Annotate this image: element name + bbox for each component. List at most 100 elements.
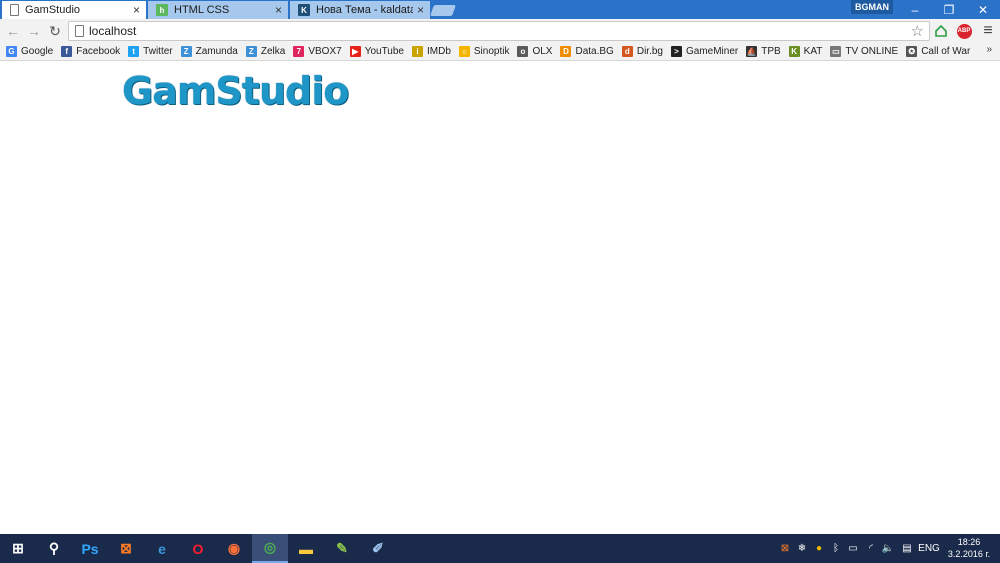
imdb-icon: i xyxy=(411,46,423,57)
bluetooth-icon[interactable]: ᛒ xyxy=(830,534,842,563)
xampp-app[interactable]: ⊠ xyxy=(108,534,144,563)
google-icon: G xyxy=(6,46,17,57)
photoshop-app[interactable]: Ps xyxy=(72,534,108,563)
zelka-icon: Z xyxy=(245,46,257,57)
notepadpp-icon: ✎ xyxy=(336,540,348,556)
paint-app[interactable]: ✐ xyxy=(360,534,396,563)
bookmark-tpb[interactable]: ⛵ TPB xyxy=(746,46,781,57)
chrome-app[interactable]: ◎ xyxy=(252,534,288,563)
start-icon: ⊞ xyxy=(12,540,24,556)
site-logo[interactable]: GamStudio xyxy=(122,69,349,113)
snowflake-tray-icon[interactable]: ❄ xyxy=(795,534,809,563)
language-indicator[interactable]: ENG xyxy=(918,534,940,563)
gameminer-icon: > xyxy=(670,46,682,57)
bookmark-call-of-war[interactable]: ✪ Call of War xyxy=(906,46,970,57)
bookmark-sinoptik[interactable]: ☼ Sinoptik xyxy=(458,46,510,57)
back-button[interactable]: ← xyxy=(4,22,22,40)
tab-html-css[interactable]: h HTML CSS × xyxy=(148,1,288,19)
forward-button[interactable]: → xyxy=(25,22,43,40)
page-info-icon[interactable] xyxy=(75,25,84,37)
bookmark-youtube[interactable]: ▶ YouTube xyxy=(349,46,404,57)
close-tab-icon[interactable]: × xyxy=(133,3,140,17)
bookmarks-overflow-button[interactable]: » xyxy=(986,44,992,55)
bookmark-label: TV ONLINE xyxy=(845,46,899,57)
bookmark-label: Dir.bg xyxy=(636,46,663,57)
home-extension-icon[interactable] xyxy=(932,22,950,40)
file-explorer-icon: ▬ xyxy=(299,540,313,557)
tv-online-icon: ▭ xyxy=(830,46,842,57)
bookmark-zelka[interactable]: Z Zelka xyxy=(245,46,286,57)
user-badge[interactable]: BGMAN xyxy=(851,0,893,14)
start-button[interactable]: ⊞ xyxy=(0,534,36,563)
zamunda-icon: Z xyxy=(180,46,192,57)
bookmark-gameminer[interactable]: > GameMiner xyxy=(670,46,738,57)
bookmark-label: IMDb xyxy=(426,46,451,57)
clock-time: 18:26 xyxy=(957,537,981,547)
bookmark-label: Sinoptik xyxy=(473,46,510,57)
bookmark-label: VBOX7 xyxy=(308,46,342,57)
edge-app[interactable]: e xyxy=(144,534,180,563)
bookmark-dir-bg[interactable]: d Dir.bg xyxy=(621,46,663,57)
clock-date: 3.2.2016 г. xyxy=(947,549,991,559)
bookmark-vbox7[interactable]: 7 VBOX7 xyxy=(293,46,342,57)
adblock-plus-icon[interactable]: ABP xyxy=(955,22,973,40)
volume-icon[interactable]: 🔈 xyxy=(881,534,895,563)
databg-icon: D xyxy=(560,46,572,57)
system-clock[interactable]: 18:26 3.2.2016 г. xyxy=(946,536,992,560)
close-tab-icon[interactable]: × xyxy=(417,3,424,17)
browser-toolbar: ← → ↻ localhost ☆ ABP ≡ xyxy=(0,19,1000,43)
bookmark-google[interactable]: G Google xyxy=(6,46,53,57)
restore-button[interactable]: ❐ xyxy=(932,0,966,19)
tab-title: HTML CSS xyxy=(174,4,230,16)
bookmark-zamunda[interactable]: Z Zamunda xyxy=(180,46,238,57)
bookmark-label: Facebook xyxy=(76,46,121,57)
page-icon xyxy=(10,4,19,16)
olx-icon: o xyxy=(517,46,529,57)
tab-gamstudio[interactable]: GamStudio × xyxy=(2,1,146,19)
search-button[interactable]: ⚲ xyxy=(36,534,72,563)
twitter-icon: t xyxy=(128,46,140,57)
photoshop-icon: Ps xyxy=(81,540,99,557)
battery-icon[interactable]: ▭ xyxy=(846,534,860,563)
bookmark-data-bg[interactable]: D Data.BG xyxy=(560,46,614,57)
show-hidden-icons-icon[interactable]: ⊠ xyxy=(778,534,792,563)
vbox7-icon: 7 xyxy=(293,46,305,57)
search-icon: ⚲ xyxy=(48,540,60,556)
dirbg-icon: d xyxy=(621,46,633,57)
notepadpp-app[interactable]: ✎ xyxy=(324,534,360,563)
bookmark-twitter[interactable]: t Twitter xyxy=(128,46,173,57)
file-explorer-app[interactable]: ▬ xyxy=(288,534,324,563)
address-url[interactable]: localhost xyxy=(89,24,136,38)
abp-label: ABP xyxy=(956,23,972,39)
bookmark-facebook[interactable]: f Facebook xyxy=(61,46,120,57)
close-tab-icon[interactable]: × xyxy=(275,3,282,17)
bookmark-imdb[interactable]: i IMDb xyxy=(411,46,451,57)
action-center-icon[interactable]: ▤ xyxy=(899,534,915,563)
reload-button[interactable]: ↻ xyxy=(46,22,64,40)
sinoptik-icon: ☼ xyxy=(458,46,470,57)
tab-title: Нова Тема - kaldata.com xyxy=(316,4,413,16)
close-window-button[interactable]: ✕ xyxy=(966,0,1000,19)
edge-icon: e xyxy=(158,540,166,557)
wifi-icon[interactable]: ◜ xyxy=(864,534,878,563)
opera-app[interactable]: O xyxy=(180,534,216,563)
chrome-icon: ◎ xyxy=(263,539,277,555)
tab-kaldata[interactable]: K Нова Тема - kaldata.com × xyxy=(290,1,430,19)
bookmark-label: Google xyxy=(21,46,54,57)
facebook-icon: f xyxy=(61,46,73,57)
menu-icon[interactable]: ≡ xyxy=(979,22,997,40)
windows-taskbar: ⊠ ❄ ● ᛒ ▭ ◜ 🔈 ▤ ENG 18:26 3.2.2016 г. ⊞ ⚲… xyxy=(0,534,1000,563)
address-bar[interactable]: localhost ☆ xyxy=(68,21,930,41)
minimize-button[interactable]: – xyxy=(898,0,932,19)
page-content: GamStudio xyxy=(0,62,1000,534)
xampp-icon: ⊠ xyxy=(120,540,132,556)
new-tab-button[interactable] xyxy=(429,5,457,16)
firefox-app[interactable]: ◉ xyxy=(216,534,252,563)
bookmark-kat[interactable]: K KAT xyxy=(788,46,822,57)
bookmark-label: Zelka xyxy=(260,46,286,57)
bookmark-tv-online[interactable]: ▭ TV ONLINE xyxy=(830,46,898,57)
update-tray-icon[interactable]: ● xyxy=(812,534,826,563)
bookmarks-bar: G Google f Facebook t Twitter Z Zamunda Z Zelka 7 V… xyxy=(0,43,1000,61)
bookmark-olx[interactable]: o OLX xyxy=(517,46,552,57)
bookmark-star-icon[interactable]: ☆ xyxy=(911,22,924,40)
